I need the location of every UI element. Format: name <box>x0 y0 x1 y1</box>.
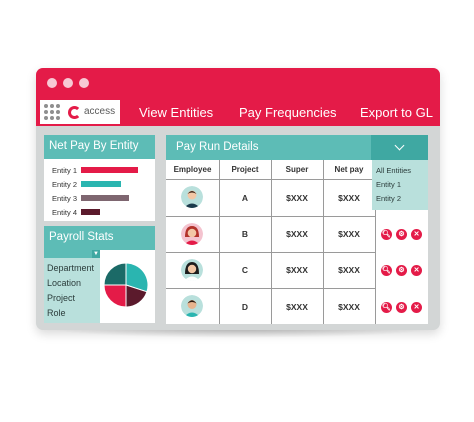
pie-slice <box>103 262 127 286</box>
search-icon[interactable]: 🔍︎ <box>381 229 392 240</box>
net-pay-cell: $XXX <box>338 265 360 275</box>
man-avatar-icon <box>181 295 203 317</box>
gear-icon[interactable]: ⚙ <box>396 265 407 276</box>
table-divider <box>219 160 220 324</box>
pie-slice <box>103 284 127 308</box>
project-cell: C <box>241 265 249 275</box>
window-control-dot[interactable] <box>47 78 57 88</box>
table-divider <box>271 160 272 324</box>
entity-label: Entity 2 <box>52 180 78 189</box>
menu-entity-2[interactable]: Entity 2 <box>376 194 401 203</box>
payroll-stats-title: Payroll Stats <box>44 226 155 250</box>
net-pay-cell: $XXX <box>338 302 360 312</box>
entity-label: Entity 1 <box>52 166 78 175</box>
net-pay-cell: $XXX <box>338 193 360 203</box>
close-icon[interactable]: ✕ <box>411 265 422 276</box>
project-cell: A <box>241 193 249 203</box>
entity-label: Entity 3 <box>52 194 78 203</box>
col-net-pay: Net pay <box>334 165 364 174</box>
project-cell: B <box>241 229 249 239</box>
close-icon[interactable]: ✕ <box>411 229 422 240</box>
project-cell: D <box>241 302 249 312</box>
woman-avatar-icon <box>181 259 203 281</box>
stat-role[interactable]: Role <box>47 308 66 318</box>
super-cell: $XXX <box>286 265 308 275</box>
close-icon[interactable]: ✕ <box>411 302 422 313</box>
stat-location[interactable]: Location <box>47 278 81 288</box>
search-icon[interactable]: 🔍︎ <box>381 302 392 313</box>
col-project: Project <box>231 165 259 174</box>
col-super: Super <box>285 165 309 174</box>
net-pay-panel-title: Net Pay By Entity <box>44 135 155 159</box>
app-window: access View Entities Pay Frequencies Exp… <box>36 68 440 330</box>
nav-export-to-gl[interactable]: Export to GL <box>360 105 433 120</box>
nav-pay-frequencies[interactable]: Pay Frequencies <box>239 105 337 120</box>
net-pay-cell: $XXX <box>338 229 360 239</box>
title-bar <box>36 68 440 98</box>
top-nav: access View Entities Pay Frequencies Exp… <box>36 98 440 126</box>
super-cell: $XXX <box>286 193 308 203</box>
super-cell: $XXX <box>286 302 308 312</box>
search-icon[interactable]: 🔍︎ <box>381 265 392 276</box>
window-control-dot[interactable] <box>63 78 73 88</box>
nav-view-entities[interactable]: View Entities <box>139 105 213 120</box>
payroll-pie-panel <box>100 250 155 323</box>
menu-entity-1[interactable]: Entity 1 <box>376 180 401 189</box>
stat-department[interactable]: Department <box>47 263 94 273</box>
col-employee: Employee <box>173 165 212 174</box>
brand-area: access <box>40 100 120 124</box>
entity-bar <box>81 209 100 215</box>
pay-run-header: Pay Run Details <box>166 135 428 160</box>
entity-label: Entity 4 <box>52 208 78 217</box>
grid-dots-icon[interactable] <box>44 104 60 120</box>
entity-bar <box>81 181 121 187</box>
stat-project[interactable]: Project <box>47 293 75 303</box>
logo-text: access <box>84 106 116 117</box>
gear-icon[interactable]: ⚙ <box>396 229 407 240</box>
woman-avatar-icon <box>181 223 203 245</box>
pay-run-title: Pay Run Details <box>176 141 259 153</box>
table-divider <box>323 160 324 324</box>
chevron-down-icon[interactable]: ▼ <box>92 250 100 258</box>
window-control-dot[interactable] <box>79 78 89 88</box>
entity-bar <box>81 167 138 173</box>
payroll-pie-chart <box>103 262 149 308</box>
entity-bar <box>81 195 130 201</box>
entity-dropdown[interactable] <box>371 135 428 160</box>
menu-all-entities[interactable]: All Entities <box>376 166 411 175</box>
gear-icon[interactable]: ⚙ <box>396 302 407 313</box>
man-avatar-icon <box>181 186 203 208</box>
super-cell: $XXX <box>286 229 308 239</box>
access-logo-icon <box>68 106 81 119</box>
chevron-down-icon <box>394 140 405 151</box>
